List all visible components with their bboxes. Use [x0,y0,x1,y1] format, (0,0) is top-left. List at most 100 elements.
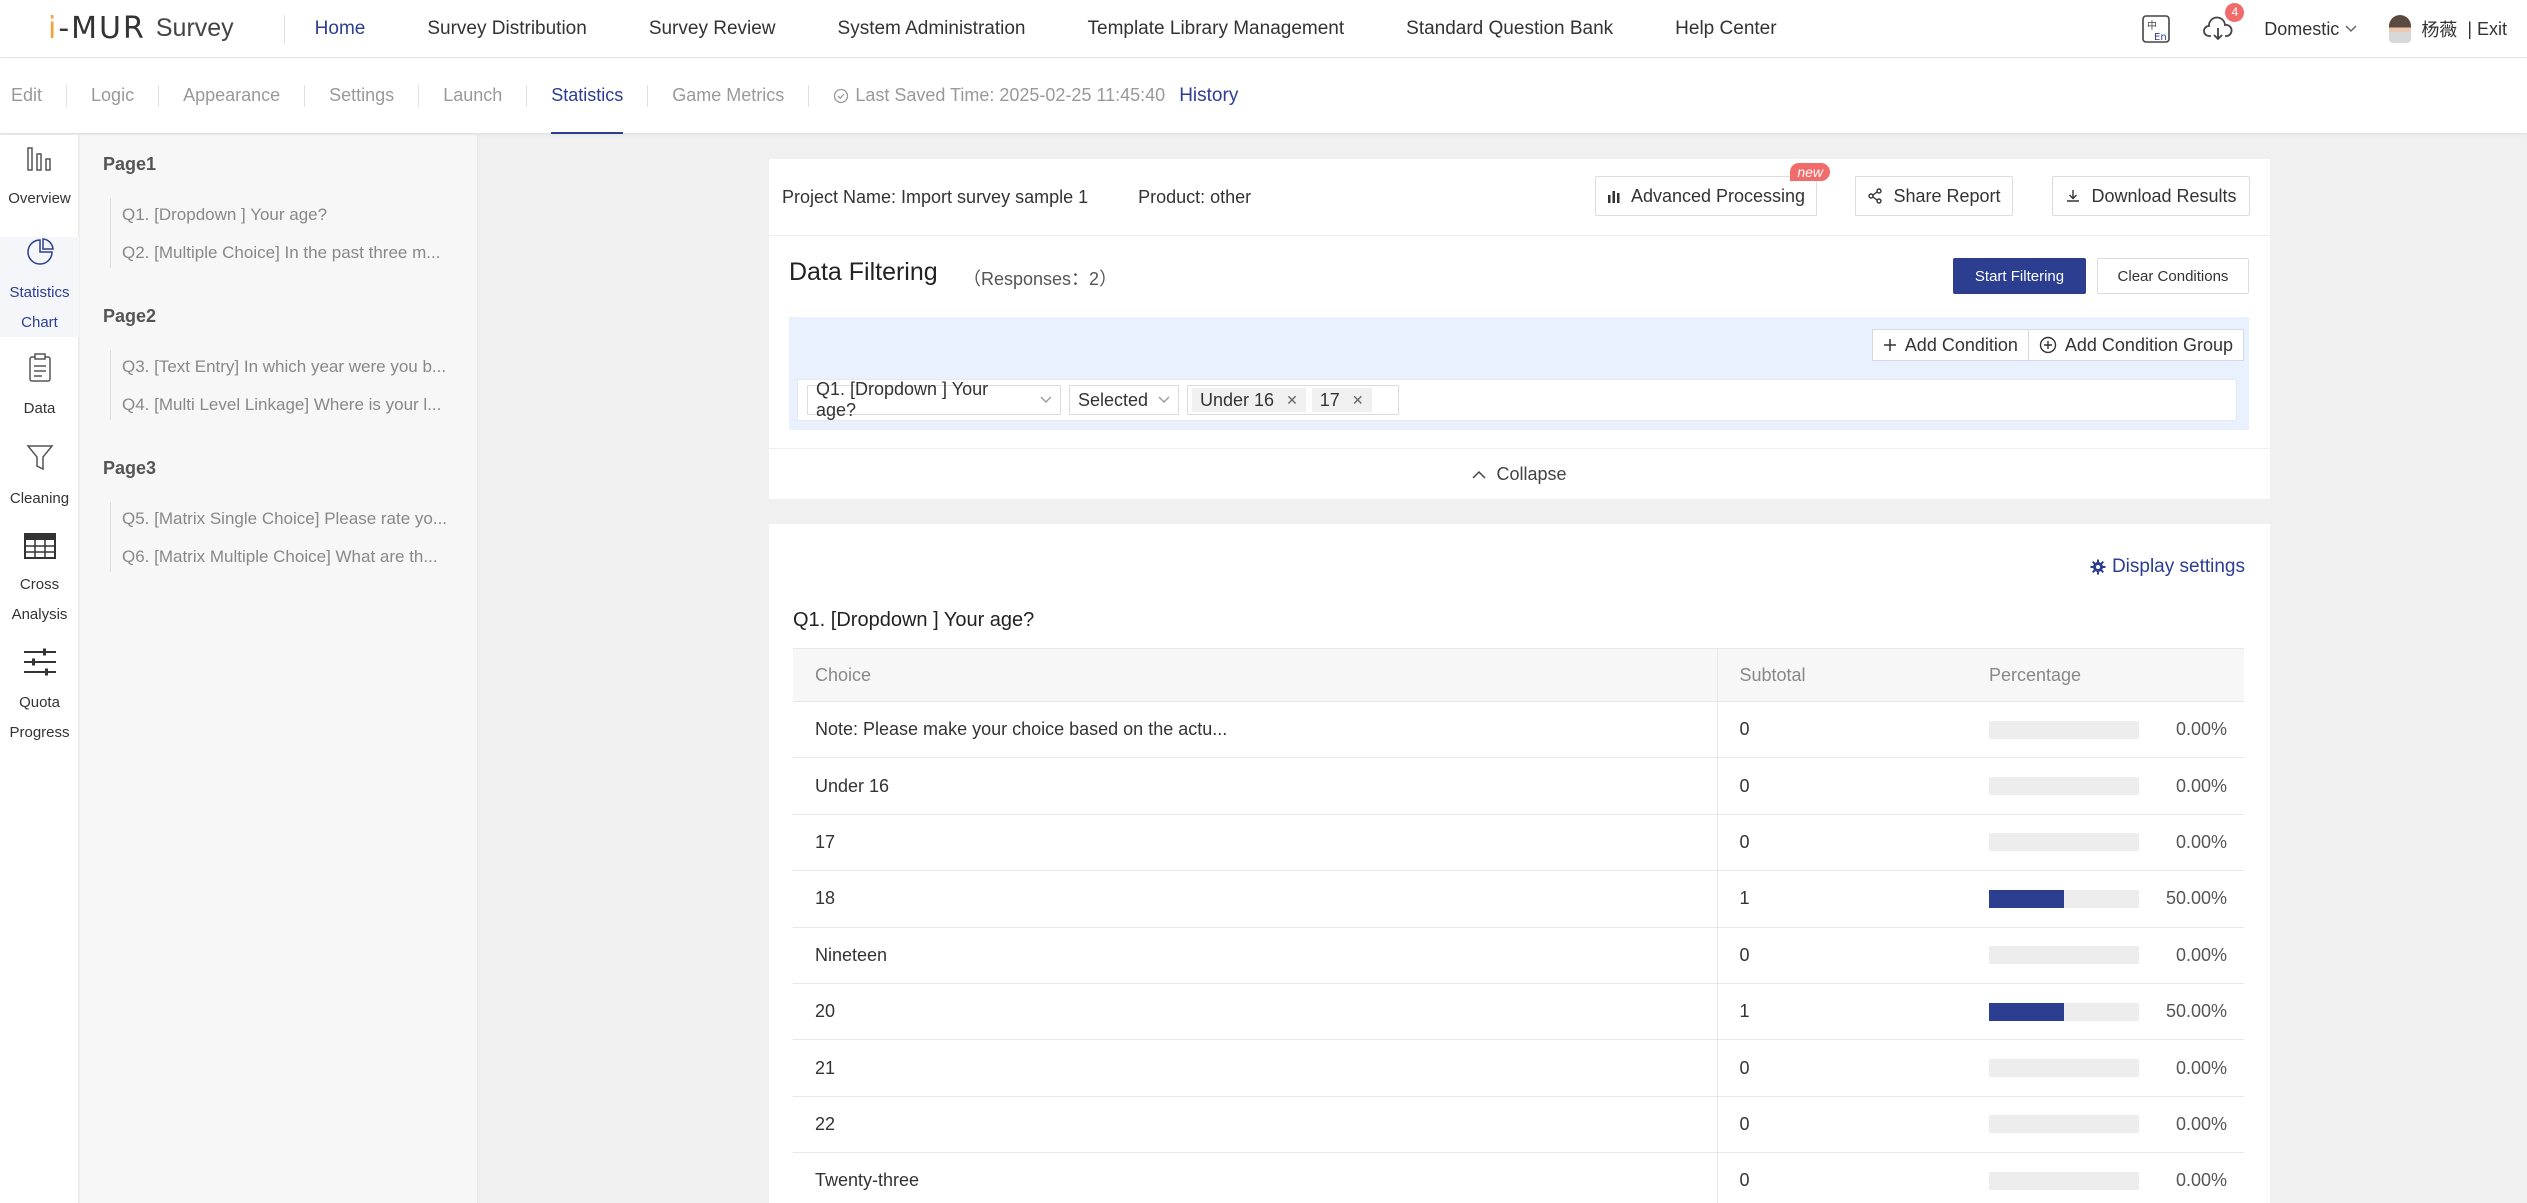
tree-line [110,350,111,420]
question-title: Q1. [Dropdown ] Your age? [793,609,1035,631]
check-circle-icon [834,88,849,103]
percentage-bar-wrap: 50.00% [1989,1001,2244,1022]
last-saved-time: Last Saved Time: 2025-02-25 11:45:40 [855,85,1166,105]
share-report-label: Share Report [1893,185,2001,206]
display-settings-link[interactable]: Display settings [2090,556,2245,578]
tab-launch[interactable]: Launch [419,58,526,134]
clear-conditions-button[interactable]: Clear Conditions [2097,258,2249,294]
pie-chart-icon [0,237,79,278]
nav-item-2[interactable]: Survey Review [649,18,776,40]
nav-item-3[interactable]: System Administration [838,18,1026,40]
percentage-bar-wrap: 0.00% [1989,1058,2244,1079]
plus-circle-icon [2039,336,2057,354]
choice-cell: 20 [793,983,1718,1041]
language-switch-icon[interactable]: 中 En [2140,13,2172,45]
user-menu[interactable]: 杨薇 | Exit [2389,15,2507,43]
percentage-value: 50.00% [2165,1001,2227,1022]
user-name: 杨薇 [2421,20,2458,40]
cloud-download-icon[interactable]: 4 [2202,3,2245,45]
operator-select[interactable]: Selected [1069,385,1179,415]
col-choice-header: Choice [793,648,1718,702]
choice-cell: 17 [793,814,1718,872]
rail-item-cross[interactable]: Cross Analysis [0,533,79,630]
choice-tags-select[interactable]: Under 16 ✕ 17 ✕ [1187,385,1399,415]
tab-edit[interactable]: Edit [0,58,66,134]
advanced-processing-button[interactable]: Advanced Processing new [1595,163,1830,216]
divider [283,14,285,43]
svg-text:中: 中 [2147,19,2157,32]
rail-label: Statistics [9,284,70,301]
add-condition-button[interactable]: Add Condition [1873,330,2028,360]
percentage-cell: 50.00% [1967,983,2244,1041]
choice-cell: 18 [793,870,1718,928]
rail-item-data[interactable]: Data [0,353,79,424]
download-results-button[interactable]: Download Results [2052,176,2250,216]
remove-tag-icon[interactable]: ✕ [1352,392,1364,409]
tab-game-metrics[interactable]: Game Metrics [648,58,808,134]
question-link[interactable]: Q2. [Multiple Choice] In the past three … [122,243,462,263]
question-link[interactable]: Q6. [Matrix Multiple Choice] What are th… [122,547,462,567]
choice-cell: 21 [793,1039,1718,1097]
rail-item-overview[interactable]: Overview [0,145,79,214]
plus-icon [1883,339,1896,351]
tab-settings[interactable]: Settings [305,58,418,134]
exit-link[interactable]: | Exit [2467,19,2507,40]
remove-tag-icon[interactable]: ✕ [1286,392,1298,409]
top-navbar: i-MUR Survey Home Survey Distribution Surv… [0,0,2527,58]
question-link[interactable]: Q4. [Multi Level Linkage] Where is your … [122,395,462,415]
percentage-value: 0.00% [2175,775,2227,796]
page-label[interactable]: Page1 [103,154,156,175]
page-label[interactable]: Page2 [103,306,156,327]
nav-item-4[interactable]: Template Library Management [1088,18,1345,40]
nav-item-0[interactable]: Home [315,18,366,40]
question-select[interactable]: Q1. [Dropdown ] Your age? [807,379,1061,420]
page-label[interactable]: Page3 [103,458,156,479]
table-row: Note: Please make your choice based on t… [793,701,2244,759]
start-filtering-button[interactable]: Start Filtering [1953,258,2086,294]
download-results-label: Download Results [2091,185,2237,206]
condition-row: Q1. [Dropdown ] Your age? Selected Under… [797,379,2237,421]
rail-item-statistics[interactable]: Statistics Chart [0,237,79,337]
rail-item-cleaning[interactable]: Cleaning [0,443,79,514]
subtotal-cell: 1 [1717,983,1967,1041]
add-condition-group-button[interactable]: Add Condition Group [2027,330,2243,360]
rail-label: Cross [19,576,60,593]
rail-label-2: Chart [21,314,58,331]
share-icon [1868,188,1883,204]
percentage-bar [1989,889,2139,908]
percentage-bar-wrap: 0.00% [1989,832,2244,853]
tab-statistics[interactable]: Statistics [527,58,647,134]
question-link[interactable]: Q1. [Dropdown ] Your age? [122,205,462,225]
results-table: Choice Subtotal Percentage Note: Please … [793,648,2244,1203]
region-select[interactable]: Domestic [2264,19,2357,40]
share-report-button[interactable]: Share Report [1855,176,2013,216]
tab-logic[interactable]: Logic [67,58,158,134]
nav-item-1[interactable]: Survey Distribution [427,18,586,40]
logo[interactable]: i-MUR Survey [48,0,234,58]
question-link[interactable]: Q5. [Matrix Single Choice] Please rate y… [122,509,462,529]
col-subtotal-header: Subtotal [1717,648,1967,702]
question-link[interactable]: Q3. [Text Entry] In which year were you … [122,357,462,377]
logo-mark: i-MUR [48,11,146,46]
percentage-bar [1989,720,2139,739]
nav-item-5[interactable]: Standard Question Bank [1406,18,1613,40]
tree-line [110,198,111,268]
tab-appearance[interactable]: Appearance [159,58,304,134]
table-icon [0,533,79,570]
chevron-down-icon [2345,25,2357,33]
divider [769,235,2270,236]
percentage-bar [1989,833,2139,852]
project-info: Project Name: Import survey sample 1 Pro… [782,187,1251,208]
chevron-down-icon [1158,396,1170,403]
percentage-value: 0.00% [2175,1170,2227,1191]
subtotal-cell: 0 [1717,701,1967,759]
rail-item-quota[interactable]: Quota Progress [0,647,79,748]
nav-item-6[interactable]: Help Center [1675,18,1776,40]
download-icon [2067,190,2080,202]
bar-columns-icon [0,145,79,184]
download-count-badge: 4 [2225,3,2245,22]
collapse-toggle[interactable]: Collapse [769,449,2270,499]
percentage-cell: 50.00% [1967,870,2244,928]
history-link[interactable]: History [1179,85,1238,107]
rail-label-2: Analysis [11,606,68,623]
